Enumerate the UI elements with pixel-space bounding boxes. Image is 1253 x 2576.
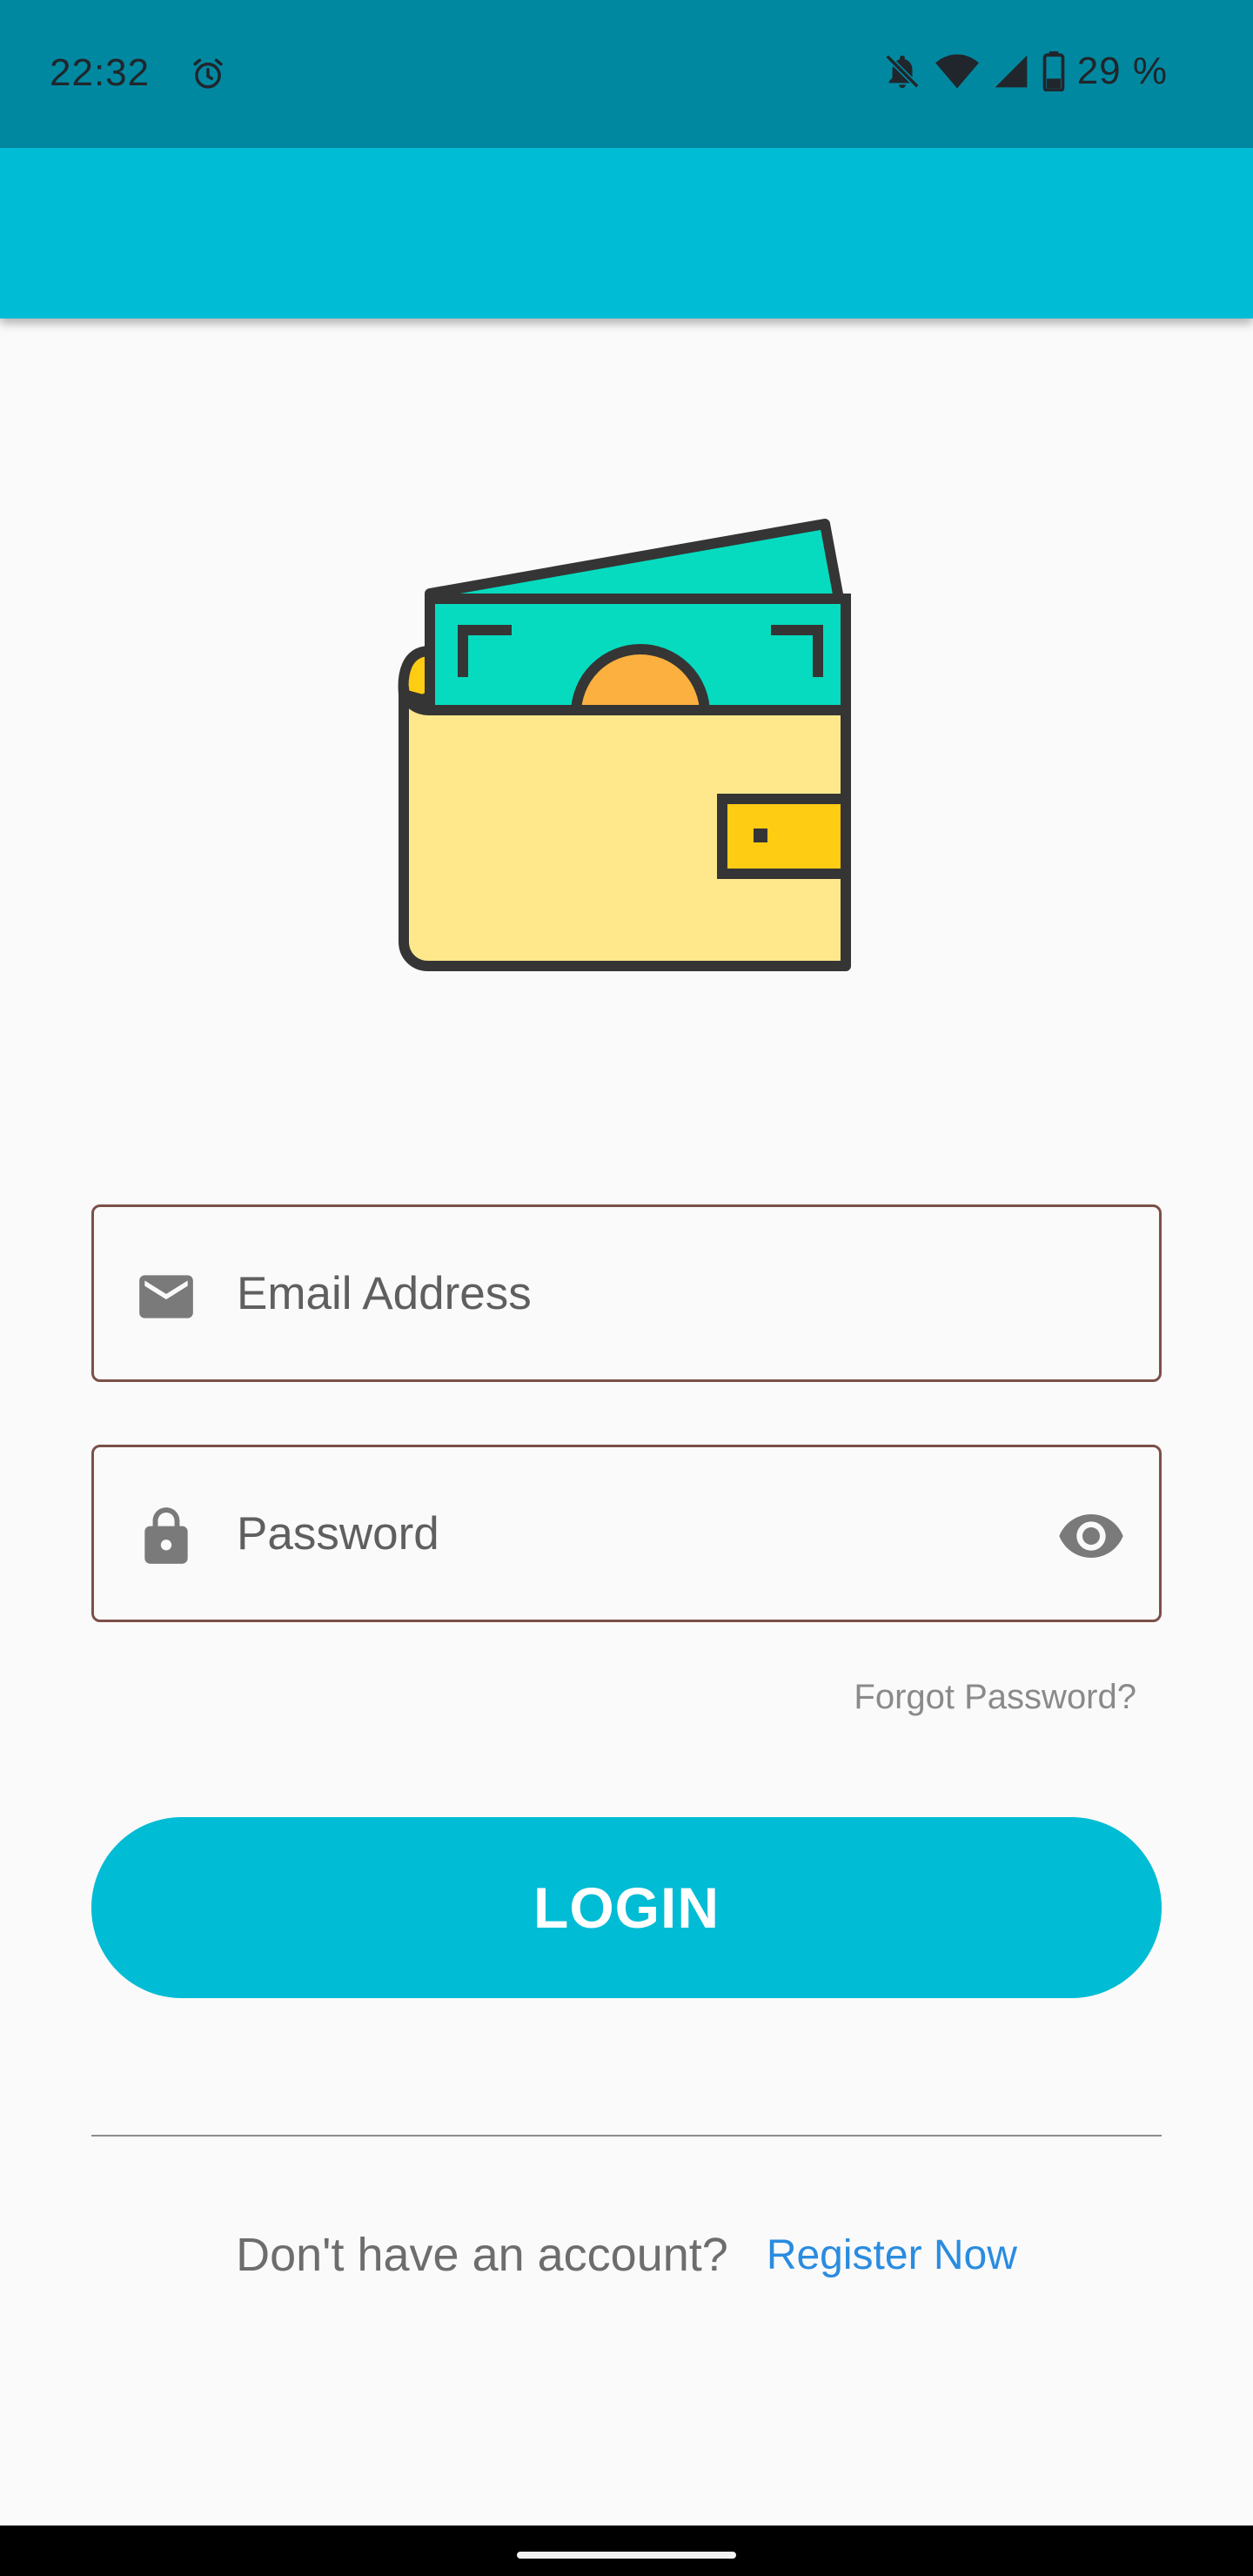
email-input[interactable] — [237, 1207, 1020, 1379]
wifi-icon — [935, 54, 979, 89]
navigation-bar — [0, 2526, 1253, 2576]
status-bar: 22:32 29 % — [0, 0, 1253, 148]
lock-icon — [144, 1507, 188, 1564]
alarm-icon — [193, 58, 223, 89]
wallet-logo-icon — [398, 519, 851, 971]
battery-icon — [1042, 51, 1065, 91]
email-field[interactable] — [91, 1204, 1162, 1382]
login-button[interactable]: LOGIN — [91, 1817, 1162, 1998]
register-prompt: Don't have an account? — [236, 2229, 728, 2281]
eye-icon[interactable] — [1056, 1501, 1126, 1571]
forgot-password-link[interactable]: Forgot Password? — [854, 1673, 1136, 1721]
email-icon — [139, 1275, 193, 1318]
password-field[interactable] — [91, 1445, 1162, 1622]
home-gesture-handle[interactable] — [517, 2552, 736, 2559]
bell-off-icon — [885, 54, 920, 89]
register-now-link[interactable]: Register Now — [767, 2231, 1017, 2279]
password-input[interactable] — [237, 1447, 1020, 1620]
status-time: 22:32 — [50, 51, 151, 94]
divider — [91, 2135, 1162, 2137]
battery-percent: 29 % — [1076, 50, 1168, 92]
cell-signal-icon — [995, 55, 1028, 88]
status-icons: 29 % — [882, 49, 1168, 94]
app-bar — [0, 148, 1253, 319]
register-row: Don't have an account? Register Now — [0, 2224, 1253, 2285]
